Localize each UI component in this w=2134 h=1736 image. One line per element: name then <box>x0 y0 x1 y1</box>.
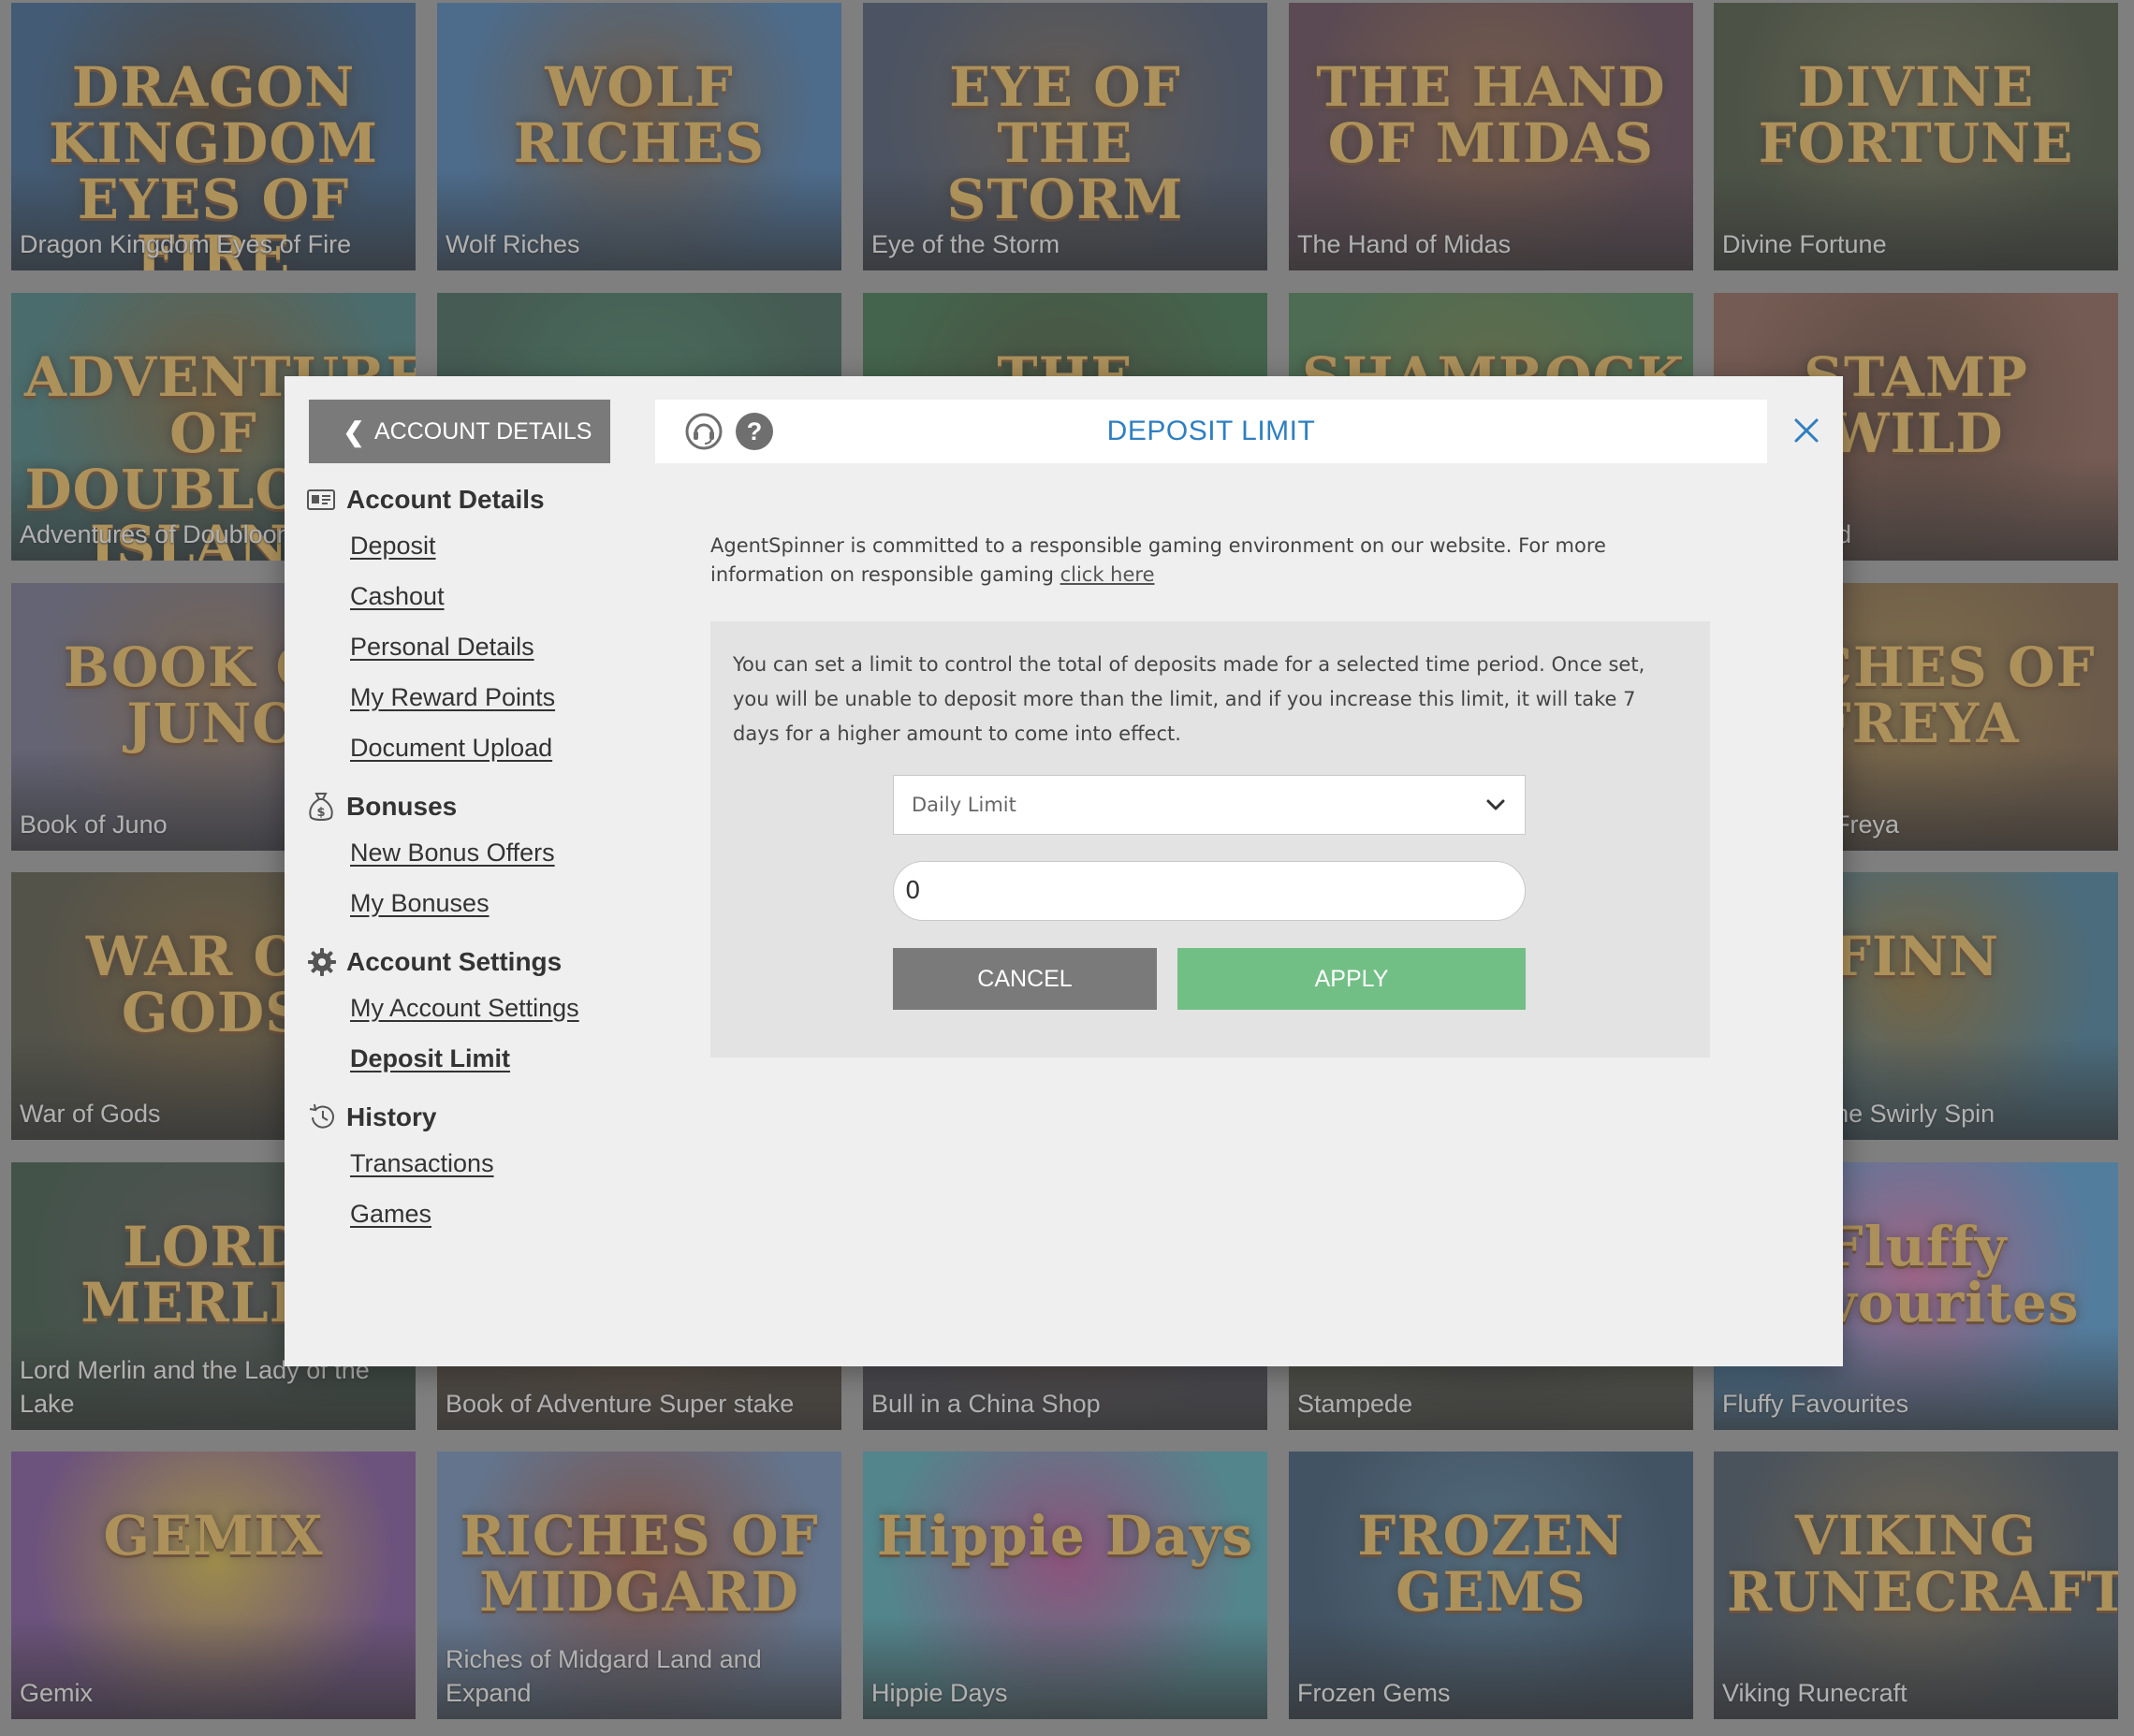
money-bag-icon: $ <box>307 792 346 822</box>
nav-link-document-upload[interactable]: Document Upload <box>350 722 644 773</box>
modal-title: DEPOSIT LIMIT <box>1106 416 1316 446</box>
account-sidebar: Account Details Deposit Cashout Personal… <box>307 479 644 1252</box>
nav-heading-bonuses: $ Bonuses <box>307 786 644 827</box>
nav-heading-label: Account Details <box>346 485 545 514</box>
modal-header: ? DEPOSIT LIMIT <box>655 400 1767 463</box>
deposit-limit-panel: You can set a limit to control the total… <box>710 621 1710 1058</box>
svg-text:$: $ <box>316 806 325 820</box>
nav-link-my-account-settings[interactable]: My Account Settings <box>350 983 644 1033</box>
responsible-gaming-link[interactable]: click here <box>1060 563 1155 586</box>
nav-heading-label: Account Settings <box>346 947 563 976</box>
history-clock-icon <box>307 1102 346 1132</box>
apply-button[interactable]: APPLY <box>1177 948 1526 1010</box>
nav-link-my-bonuses[interactable]: My Bonuses <box>350 878 644 928</box>
close-icon <box>1794 418 1819 443</box>
limit-period-value: Daily Limit <box>912 794 1016 816</box>
nav-link-personal-details[interactable]: Personal Details <box>350 621 644 672</box>
intro-text: AgentSpinner is committed to a responsib… <box>710 534 1606 586</box>
nav-link-transactions[interactable]: Transactions <box>350 1138 644 1189</box>
nav-link-my-reward-points[interactable]: My Reward Points <box>350 672 644 722</box>
nav-heading-history: History <box>307 1097 644 1138</box>
chevron-down-icon <box>1486 799 1505 810</box>
nav-heading-account-settings: Account Settings <box>307 941 644 983</box>
nav-group-account-settings: Account Settings My Account Settings Dep… <box>307 941 644 1084</box>
chevron-left-icon: ❮ <box>343 416 365 446</box>
nav-group-history: History Transactions Games <box>307 1097 644 1239</box>
limit-period-select[interactable]: Daily Limit <box>893 775 1526 835</box>
nav-heading-label: History <box>346 1102 437 1131</box>
nav-link-deposit-limit[interactable]: Deposit Limit <box>350 1033 644 1084</box>
nav-group-account-details: Account Details Deposit Cashout Personal… <box>307 479 644 773</box>
nav-link-deposit[interactable]: Deposit <box>350 520 644 571</box>
nav-heading-label: Bonuses <box>346 792 458 821</box>
back-to-account-details-button[interactable]: ❮ ACCOUNT DETAILS <box>309 400 610 463</box>
nav-link-cashout[interactable]: Cashout <box>350 571 644 621</box>
limit-amount-input[interactable] <box>893 861 1526 921</box>
nav-link-games[interactable]: Games <box>350 1189 644 1239</box>
responsible-gaming-intro: AgentSpinner is committed to a responsib… <box>710 532 1721 590</box>
close-modal-button[interactable] <box>1784 408 1829 453</box>
deposit-limit-description: You can set a limit to control the total… <box>733 653 1645 745</box>
deposit-limit-modal: ❮ ACCOUNT DETAILS Account Details Deposi… <box>285 376 1843 1366</box>
nav-heading-account-details: Account Details <box>307 479 644 520</box>
back-button-label: ACCOUNT DETAILS <box>374 417 592 445</box>
nav-link-new-bonus-offers[interactable]: New Bonus Offers <box>350 827 644 878</box>
id-card-icon <box>307 485 346 515</box>
nav-group-bonuses: $ Bonuses New Bonus Offers My Bonuses <box>307 786 644 928</box>
cancel-button[interactable]: CANCEL <box>893 948 1157 1010</box>
gear-icon <box>307 947 346 977</box>
